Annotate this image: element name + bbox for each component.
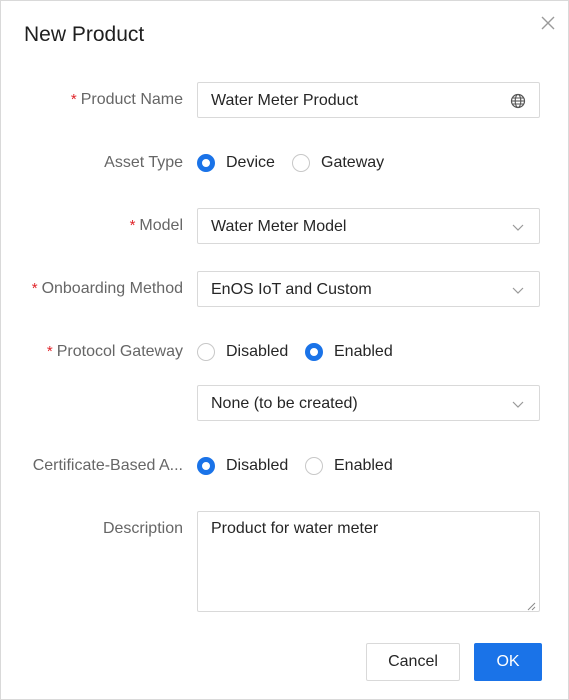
model-value: Water Meter Model	[211, 218, 347, 235]
radio-checked-icon	[197, 154, 215, 172]
resize-handle-icon[interactable]	[526, 598, 536, 611]
protocol-gateway-label: * Protocol Gateway	[46, 343, 183, 360]
ok-button[interactable]: OK	[474, 643, 542, 681]
radio-unchecked-icon	[305, 457, 323, 475]
certificate-auth-label: Certificate-Based A...	[32, 457, 183, 474]
chevron-down-icon	[510, 219, 526, 235]
required-mark: *	[70, 91, 77, 108]
radio-checked-icon	[305, 343, 323, 361]
description-label: Description	[102, 520, 183, 537]
asset-type-label: Asset Type	[104, 154, 183, 171]
product-name-label: * Product Name	[70, 91, 183, 108]
model-select[interactable]: Water Meter Model	[197, 208, 540, 244]
asset-type-device-radio[interactable]: Device	[197, 152, 275, 174]
description-value: Product for water meter	[211, 520, 379, 537]
new-product-dialog: New Product * Product Name Water Meter Pr…	[0, 0, 569, 700]
chevron-down-icon	[510, 396, 526, 412]
radio-unchecked-icon	[197, 343, 215, 361]
globe-icon[interactable]	[510, 93, 526, 109]
onboarding-method-label: * Onboarding Method	[31, 280, 183, 297]
dialog-title: New Product	[24, 23, 145, 46]
protocol-gateway-select[interactable]: None (to be created)	[197, 385, 540, 421]
close-icon[interactable]	[538, 13, 558, 33]
description-textarea[interactable]: Product for water meter	[197, 511, 540, 612]
onboarding-method-select[interactable]: EnOS IoT and Custom	[197, 271, 540, 307]
product-name-value: Water Meter Product	[211, 92, 359, 109]
protocol-gateway-enabled-radio[interactable]: Enabled	[305, 341, 393, 363]
cancel-button[interactable]: Cancel	[366, 643, 460, 681]
protocol-gateway-disabled-radio[interactable]: Disabled	[197, 341, 288, 363]
asset-type-gateway-radio[interactable]: Gateway	[292, 152, 384, 174]
onboarding-method-value: EnOS IoT and Custom	[211, 281, 372, 298]
model-label: * Model	[129, 217, 183, 234]
chevron-down-icon	[510, 282, 526, 298]
radio-unchecked-icon	[292, 154, 310, 172]
protocol-gateway-select-value: None (to be created)	[211, 395, 358, 412]
certificate-auth-disabled-radio[interactable]: Disabled	[197, 455, 288, 477]
certificate-auth-enabled-radio[interactable]: Enabled	[305, 455, 393, 477]
product-name-input[interactable]: Water Meter Product	[197, 82, 540, 118]
radio-checked-icon	[197, 457, 215, 475]
